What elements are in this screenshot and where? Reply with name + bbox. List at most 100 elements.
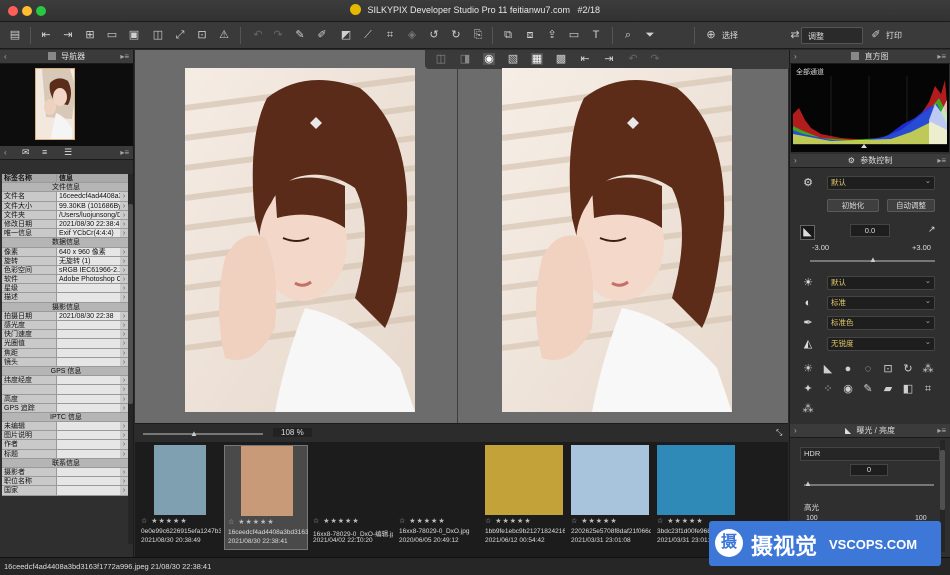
highlight-icon[interactable]: ☀ xyxy=(802,363,814,375)
info-row-arrow-icon[interactable]: › xyxy=(120,220,128,228)
info-row[interactable]: 旋转 无旋转 (1) › xyxy=(2,256,128,266)
view-undo-icon[interactable]: ↶ xyxy=(627,53,639,65)
thumbnail-image[interactable] xyxy=(228,446,306,516)
sharpness-select[interactable]: 无锐度 xyxy=(827,336,935,351)
info-row[interactable]: 唯一信息 Exif YCbCr(4:4:4) › xyxy=(2,229,128,239)
pen-icon[interactable]: ✎ xyxy=(862,383,874,395)
filmstrip-thumbnail[interactable]: ☆ ★★★★★ 1bb9fe1ebc9b2127182421699 2021/06/… xyxy=(482,445,566,550)
init-button[interactable]: 初始化 xyxy=(827,199,879,212)
filmstrip-thumbnail[interactable]: ☆ ★★★★★ 2202625e5708f8daf21f066d1 2021/03/… xyxy=(568,445,652,550)
hsl-icon[interactable]: ◌ xyxy=(862,363,874,375)
rating-stars[interactable]: ☆ ★★★★★ xyxy=(313,517,391,525)
view-next-icon[interactable]: ⇥ xyxy=(603,53,615,65)
taste-select[interactable]: 默认 xyxy=(827,175,935,190)
info-row[interactable]: 国家 › xyxy=(2,486,128,496)
info-row-arrow-icon[interactable]: › xyxy=(120,358,128,366)
hdr-slider-thumb[interactable]: ▲ xyxy=(804,479,812,488)
collapse-info-icon[interactable]: ‹ xyxy=(4,148,7,157)
batch-icon[interactable]: ⧈ xyxy=(524,29,536,41)
info-scroll-thumb[interactable] xyxy=(128,204,133,404)
view-compare-icon[interactable]: ▦ xyxy=(531,53,543,65)
params-menu-icon[interactable]: ▸≡ xyxy=(937,154,946,168)
expand-params-icon[interactable]: › xyxy=(794,154,797,168)
hdr-select[interactable]: HDR xyxy=(800,447,940,461)
grid-view-icon[interactable]: ⊞ xyxy=(84,29,96,41)
info-row-arrow-icon[interactable]: › xyxy=(120,385,128,393)
exposure-icon[interactable]: ◣ xyxy=(800,225,815,240)
info-row[interactable]: 文件大小 99.30KB (101686By › xyxy=(2,201,128,211)
rating-stars[interactable]: ☆ ★★★★★ xyxy=(141,517,219,525)
info-section-header[interactable]: IPTC 信息 xyxy=(2,412,128,423)
shading-icon[interactable]: ⁂ xyxy=(922,363,934,375)
info-row[interactable]: 高度 › xyxy=(2,394,128,404)
info-section-header[interactable]: 文件信息 xyxy=(2,183,128,193)
info-row[interactable]: 快门速度 › xyxy=(2,330,128,340)
dust-icon[interactable]: ⁘ xyxy=(822,383,834,395)
lens-icon[interactable]: ⊡ xyxy=(882,363,894,375)
histogram-menu-icon[interactable]: ▸≡ xyxy=(937,50,946,64)
info-row[interactable]: 感光度 › xyxy=(2,321,128,331)
rotate-icon[interactable]: ↻ xyxy=(902,363,914,375)
expand-histogram-icon[interactable]: › xyxy=(794,50,797,64)
zoom-slider[interactable] xyxy=(143,433,263,435)
rotate-left-icon[interactable]: ↺ xyxy=(428,29,440,41)
view-prev-icon[interactable]: ⇤ xyxy=(579,53,591,65)
exposure-step-icon[interactable]: ↗ xyxy=(928,224,936,235)
warning-icon[interactable]: ⚠ xyxy=(218,29,230,41)
thumbnail-image[interactable] xyxy=(657,445,735,515)
compare-view-icon[interactable]: ◫ xyxy=(152,29,164,41)
info-row[interactable]: 纬度经度 › xyxy=(2,376,128,386)
info-row-arrow-icon[interactable]: › xyxy=(120,312,128,320)
info-row[interactable]: 焦距 › xyxy=(2,348,128,358)
info-row-arrow-icon[interactable]: › xyxy=(120,404,128,412)
hdr-slider[interactable] xyxy=(804,484,934,486)
info-row[interactable]: 描述 › xyxy=(2,293,128,303)
crop-icon[interactable]: ⌗ xyxy=(384,29,396,41)
info-row-arrow-icon[interactable]: › xyxy=(120,211,128,219)
next-image-icon[interactable]: ⇥ xyxy=(62,29,74,41)
compare-divider[interactable] xyxy=(457,64,458,426)
info-row[interactable]: 作者 › xyxy=(2,440,128,450)
layers-icon[interactable]: ◧ xyxy=(902,383,914,395)
open-file-icon[interactable]: ▤ xyxy=(9,29,21,41)
filmstrip-thumbnail[interactable]: ☆ ★★★★★ 16xx8-78029-0_DxO.jpg 2020/06/05 2… xyxy=(396,445,480,550)
info-row[interactable]: 光圈值 › xyxy=(2,339,128,349)
fit-screen-icon[interactable]: ⤡ xyxy=(776,428,782,438)
info-row[interactable]: 职位名称 › xyxy=(2,477,128,487)
contrast-icon[interactable]: ◐ xyxy=(802,297,814,309)
spot-tool-icon[interactable]: ✦ xyxy=(802,383,814,395)
info-section-header[interactable]: 摄影信息 xyxy=(2,302,128,312)
info-row-arrow-icon[interactable]: › xyxy=(120,440,128,448)
single-view-icon[interactable]: ▭ xyxy=(106,29,118,41)
thumbnail-image[interactable] xyxy=(485,445,563,515)
thumbnail-image[interactable] xyxy=(399,445,477,515)
info-section-header[interactable]: GPS 信息 xyxy=(2,366,128,377)
info-section-header[interactable]: 联系信息 xyxy=(2,458,128,468)
collapse-left-icon[interactable]: ‹ xyxy=(4,50,7,64)
expand-exposure-icon[interactable]: › xyxy=(794,424,797,438)
info-row-arrow-icon[interactable]: › xyxy=(120,202,128,210)
paste-params-icon[interactable]: ✐ xyxy=(316,29,328,41)
hdr-value[interactable]: 0 xyxy=(850,464,888,476)
info-row-arrow-icon[interactable]: › xyxy=(120,395,128,403)
sharpness-icon[interactable]: ◭ xyxy=(802,338,814,350)
info-row[interactable]: 摄影者 › xyxy=(2,468,128,478)
share-icon[interactable]: ⇪ xyxy=(546,29,558,41)
eye-icon[interactable]: ◉ xyxy=(842,383,854,395)
info-section-header[interactable]: 数据信息 xyxy=(2,238,128,248)
export-icon[interactable]: ⎘ xyxy=(472,29,484,41)
zoom-value[interactable]: 108 % xyxy=(273,428,312,437)
rating-stars[interactable]: ☆ ★★★★★ xyxy=(571,517,649,525)
info-row[interactable]: 文件名 16ceedcf4ad4408a3 › xyxy=(2,192,128,202)
info-row-arrow-icon[interactable]: › xyxy=(120,192,128,200)
preview-image-after[interactable] xyxy=(502,68,732,412)
spot-icon[interactable]: ⟋ xyxy=(362,29,374,41)
layer-icon[interactable]: ◈ xyxy=(406,29,418,41)
select-mode-label[interactable]: 选择 xyxy=(722,30,738,41)
info-tab-icon[interactable]: ≡ xyxy=(42,147,47,157)
info-row[interactable]: 未编辑 › xyxy=(2,422,128,432)
exposure-section-menu-icon[interactable]: ▸≡ xyxy=(937,424,946,438)
info-row-arrow-icon[interactable]: › xyxy=(120,330,128,338)
rating-stars[interactable]: ☆ ★★★★★ xyxy=(485,517,563,525)
keyword-tab-icon[interactable]: ☰ xyxy=(64,147,72,158)
